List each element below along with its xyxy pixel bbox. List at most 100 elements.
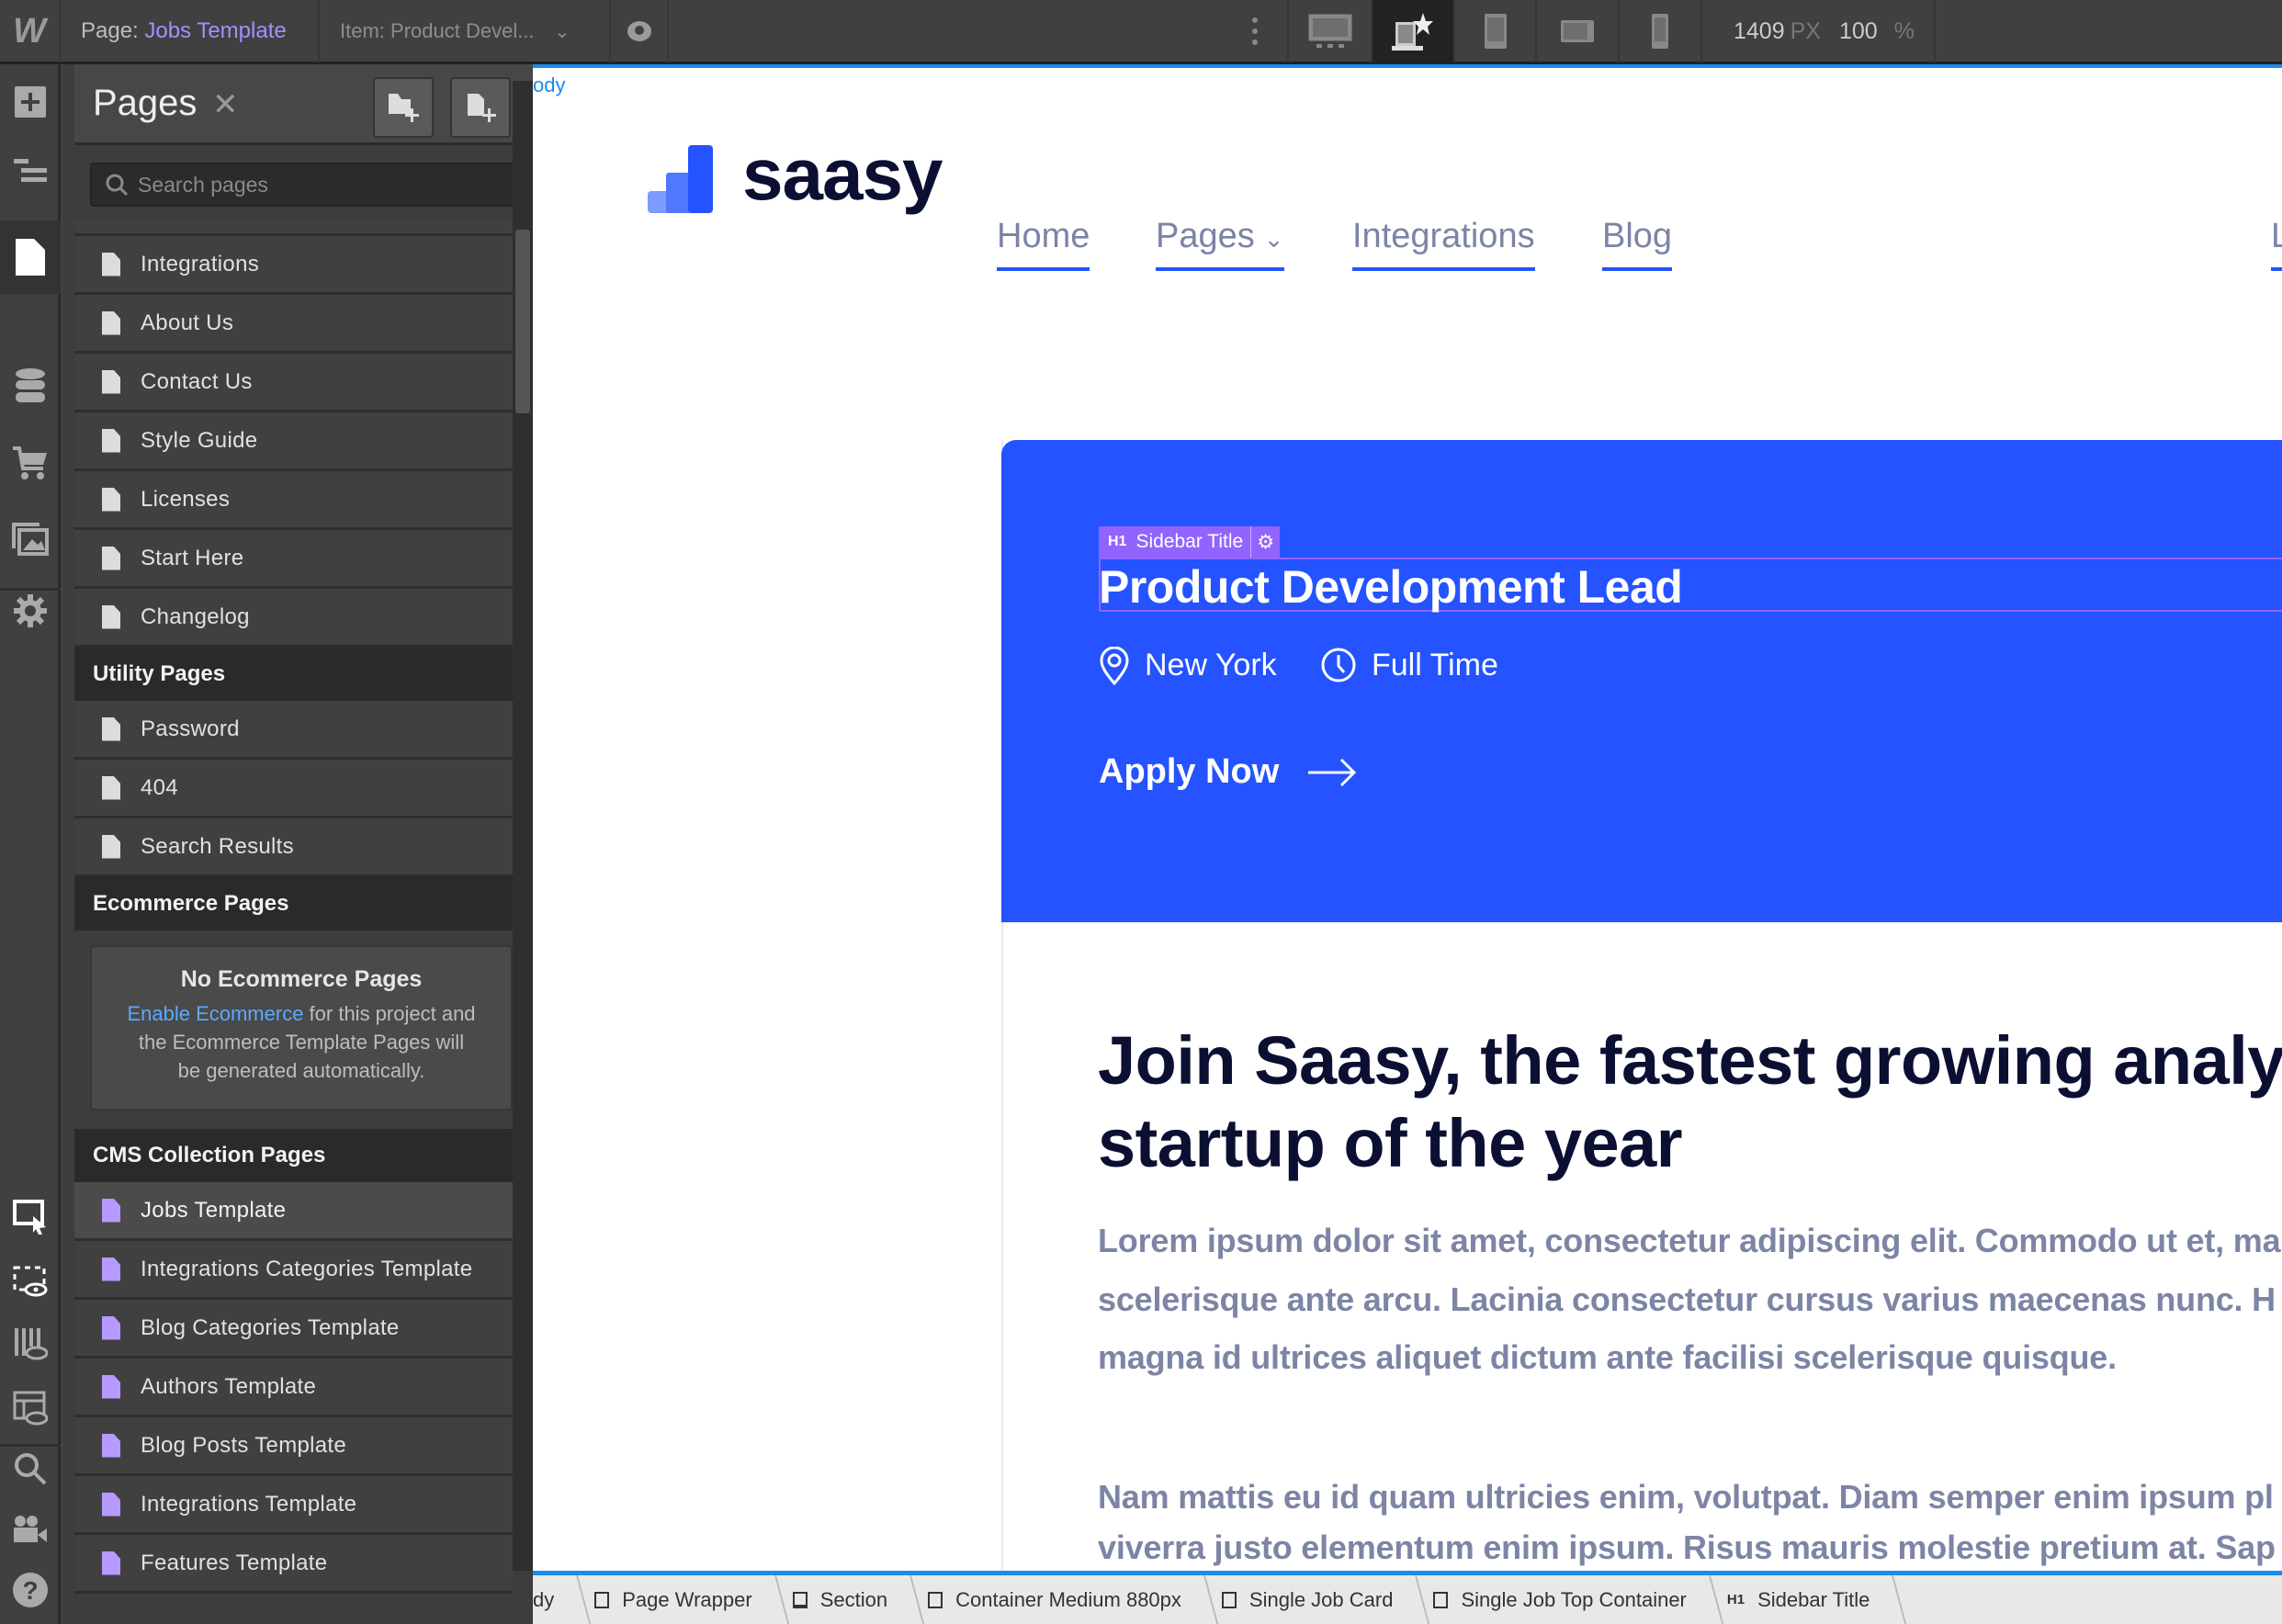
cms-button[interactable] xyxy=(9,365,51,407)
section-icon xyxy=(792,1591,808,1608)
page-list-item[interactable]: Contact Us xyxy=(74,354,513,412)
nav-home[interactable]: Home xyxy=(997,217,1090,271)
item-selector[interactable]: Item: Product Devel... ⌄ xyxy=(320,0,611,62)
add-elements-button[interactable] xyxy=(9,81,51,123)
webflow-w-icon: W xyxy=(13,11,46,51)
close-panel-icon[interactable]: ✕ xyxy=(212,86,239,123)
div-block-icon xyxy=(928,1591,943,1608)
page-list-item[interactable]: Changelog xyxy=(74,589,513,648)
empty-text-line: the Ecommerce Template Pages will xyxy=(138,1031,465,1054)
designer-canvas[interactable]: ody saasy Home Pages ⌄ Integrations Blog … xyxy=(533,64,2282,1574)
webflow-logo[interactable]: W xyxy=(0,0,61,62)
breadcrumb-label: Sidebar Title xyxy=(1757,1587,1870,1611)
breadcrumb-item[interactable]: Container Medium 880px xyxy=(911,1575,1205,1624)
create-folder-button[interactable] xyxy=(373,77,434,138)
search-icon xyxy=(106,174,129,197)
canvas-width-value: 1409 xyxy=(1734,17,1785,44)
apply-now-link[interactable]: Apply Now xyxy=(1099,752,1358,792)
tablet-icon xyxy=(1484,14,1507,49)
page-list-item[interactable]: About Us xyxy=(74,295,513,354)
database-icon xyxy=(16,368,45,402)
images-icon xyxy=(12,523,49,556)
assets-button[interactable] xyxy=(9,518,51,560)
page-list-item[interactable]: Integrations Categories Template xyxy=(74,1241,513,1300)
select-mode-button[interactable] xyxy=(9,1196,51,1238)
list-top-spacer xyxy=(74,220,513,236)
eye-icon xyxy=(627,21,651,41)
page-list-item[interactable]: Features Template xyxy=(74,1535,513,1594)
gear-icon xyxy=(14,594,47,627)
job-title[interactable]: Product Development Lead xyxy=(1099,560,1683,614)
pages-button[interactable] xyxy=(0,220,61,294)
create-page-button[interactable] xyxy=(450,77,511,138)
breadcrumb-item[interactable]: dy xyxy=(533,1575,578,1624)
video-tutorials-button[interactable] xyxy=(9,1508,51,1551)
preview-button[interactable] xyxy=(611,0,669,62)
job-location: New York xyxy=(1145,648,1277,682)
div-block-icon xyxy=(594,1591,610,1608)
xray-button[interactable] xyxy=(9,1323,51,1365)
page-list-item[interactable]: Integrations Template xyxy=(74,1476,513,1535)
breakpoint-desktop[interactable] xyxy=(1373,0,1455,62)
page-indicator[interactable]: Page: Jobs Template xyxy=(62,0,320,62)
navigator-icon xyxy=(14,159,47,182)
search-button[interactable] xyxy=(9,1448,51,1490)
breakpoint-mobile-portrait[interactable] xyxy=(1620,0,1702,62)
cms-pages-header: CMS Collection Pages xyxy=(74,1129,513,1182)
breakpoint-mobile-landscape[interactable] xyxy=(1537,0,1620,62)
page-list-item[interactable]: Blog Posts Template xyxy=(74,1417,513,1476)
breadcrumb-item[interactable]: Single Job Card xyxy=(1205,1575,1418,1624)
layout-preview-button[interactable] xyxy=(9,1387,51,1429)
breadcrumb-item[interactable]: Single Job Top Container xyxy=(1417,1575,1710,1624)
page-name: Style Guide xyxy=(141,427,258,453)
element-settings-gear-icon[interactable]: ⚙ xyxy=(1250,526,1280,558)
page-name: Integrations Template xyxy=(141,1491,357,1517)
logo-text: saasy xyxy=(742,133,943,215)
saasy-logo[interactable] xyxy=(648,145,714,218)
page-list-item[interactable]: Style Guide xyxy=(74,412,513,471)
breakpoint-large-desktop[interactable] xyxy=(1289,0,1373,62)
panel-scrollbar-thumb[interactable] xyxy=(515,230,530,413)
cms-page-icon xyxy=(102,1492,120,1517)
enable-ecommerce-link[interactable]: Enable Ecommerce xyxy=(127,1002,303,1025)
nav-blog[interactable]: Blog xyxy=(1602,217,1673,271)
chevron-down-icon: ⌄ xyxy=(1263,225,1284,253)
page-list-item[interactable]: 404 xyxy=(74,760,513,818)
breadcrumb-item[interactable]: H1 Sidebar Title xyxy=(1711,1575,1893,1624)
page-list-item[interactable]: Password xyxy=(74,701,513,760)
breadcrumb-item[interactable]: Page Wrapper xyxy=(578,1575,775,1624)
nav-more[interactable]: L xyxy=(2271,217,2282,271)
page-list-item[interactable]: Search Results xyxy=(74,818,513,877)
page-list-item[interactable]: Blog Categories Template xyxy=(74,1300,513,1359)
page-name: Jobs Template xyxy=(144,18,287,43)
nav-pages[interactable]: Pages ⌄ xyxy=(1156,217,1284,271)
selected-element-tag[interactable]: H1 Sidebar Title ⚙ xyxy=(1099,526,1281,558)
navigator-button[interactable] xyxy=(9,150,51,192)
ecommerce-button[interactable] xyxy=(9,442,51,484)
page-list-item[interactable]: Integrations xyxy=(74,236,513,295)
ecommerce-pages-header: Ecommerce Pages xyxy=(74,877,513,930)
page-list-item[interactable]: Start Here xyxy=(74,530,513,589)
page-name: Blog Categories Template xyxy=(141,1314,400,1340)
canvas-size-readout: 1409 PX 100 % xyxy=(1702,0,1936,62)
breadcrumb-label: Container Medium 880px xyxy=(955,1587,1181,1611)
heading-icon: H1 xyxy=(1726,1592,1745,1607)
more-options-button[interactable] xyxy=(1222,0,1289,62)
preview-outline-button[interactable] xyxy=(9,1260,51,1303)
search-pages-input[interactable]: Search pages xyxy=(90,163,516,207)
page-name: Password xyxy=(141,716,240,741)
nav-integrations[interactable]: Integrations xyxy=(1352,217,1535,271)
page-list-item[interactable]: Authors Template xyxy=(74,1359,513,1417)
page-name: Licenses xyxy=(141,486,231,512)
breadcrumb-item[interactable]: Section xyxy=(776,1575,911,1624)
page-list-item[interactable]: Licenses xyxy=(74,471,513,530)
breakpoint-tablet[interactable] xyxy=(1455,0,1537,62)
settings-button[interactable] xyxy=(9,590,51,632)
page-list-item[interactable]: Jobs Template xyxy=(74,1182,513,1241)
page-name: Start Here xyxy=(141,545,244,570)
paragraph-line: magna id ultrices aliquet dictum ante fa… xyxy=(1098,1338,2117,1376)
apply-now-label: Apply Now xyxy=(1099,752,1280,791)
page-icon xyxy=(102,834,120,859)
logo-bars-icon xyxy=(648,145,713,213)
help-button[interactable]: ? xyxy=(9,1569,51,1611)
